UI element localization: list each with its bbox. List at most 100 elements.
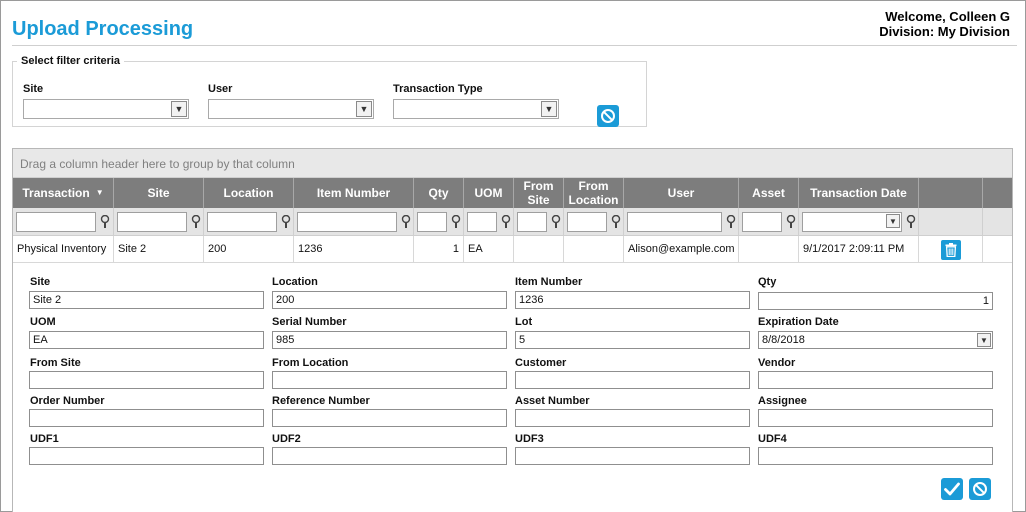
division-text: Division: My Division [879, 24, 1010, 39]
filter-input-uom[interactable] [467, 212, 497, 232]
save-button[interactable] [941, 478, 963, 500]
filter-funnel-icon[interactable] [450, 215, 462, 229]
udf1-field[interactable] [29, 447, 264, 465]
qty-label: Qty [758, 276, 777, 288]
column-header-from-site[interactable]: From Site [514, 178, 564, 208]
order-number-field[interactable] [29, 409, 264, 427]
location-field[interactable]: 200 [272, 291, 507, 309]
column-header-label: From Site [523, 179, 554, 207]
filter-cell-transaction-date: ▼ [799, 208, 919, 236]
cancel-button[interactable] [969, 478, 991, 500]
customer-field[interactable] [515, 371, 750, 389]
filter-cell-from-location [564, 208, 624, 236]
column-header-from-location[interactable]: From Location [564, 178, 624, 208]
column-header-uom[interactable]: UOM [464, 178, 514, 208]
reference-number-field[interactable] [272, 409, 507, 427]
udf2-field[interactable] [272, 447, 507, 465]
column-header-user[interactable]: User [624, 178, 739, 208]
group-by-panel[interactable]: Drag a column header here to group by th… [13, 149, 1012, 178]
from-location-field[interactable] [272, 371, 507, 389]
filter-input-item-number[interactable] [297, 212, 397, 232]
uom-label: UOM [30, 316, 56, 328]
column-header-site[interactable]: Site [114, 178, 204, 208]
trash-icon [945, 243, 957, 257]
item-number-label: Item Number [515, 276, 583, 288]
filter-input-from-site[interactable] [517, 212, 547, 232]
filter-funnel-icon[interactable] [190, 215, 202, 229]
filter-funnel-icon[interactable] [785, 215, 797, 229]
column-header-location[interactable]: Location [204, 178, 294, 208]
column-filter-row: ▼ [13, 208, 1012, 236]
chevron-down-icon[interactable]: ▼ [977, 333, 991, 347]
filter-cell-qty [414, 208, 464, 236]
uom-field[interactable]: EA [29, 331, 264, 349]
expiration-date-value: 8/8/2018 [762, 334, 805, 346]
from-site-field[interactable] [29, 371, 264, 389]
udf3-field[interactable] [515, 447, 750, 465]
udf3-label: UDF3 [515, 433, 544, 445]
cell-asset [739, 236, 799, 263]
column-header-actions [919, 178, 983, 208]
filter-input-qty[interactable] [417, 212, 447, 232]
chevron-down-icon[interactable]: ▼ [886, 214, 900, 228]
filter-funnel-icon[interactable] [99, 215, 111, 229]
filter-legend: Select filter criteria [21, 55, 121, 67]
clear-filter-button[interactable] [597, 105, 619, 127]
column-header-transaction-date[interactable]: Transaction Date [799, 178, 919, 208]
item-number-field[interactable]: 1236 [515, 291, 750, 309]
filter-input-user[interactable] [627, 212, 722, 232]
filter-input-transaction-date[interactable]: ▼ [802, 212, 902, 232]
expiration-date-select[interactable]: 8/8/2018 ▼ [758, 331, 993, 349]
asset-number-field[interactable] [515, 409, 750, 427]
filter-funnel-icon[interactable] [610, 215, 622, 229]
udf4-field[interactable] [758, 447, 993, 465]
column-header-qty[interactable]: Qty [414, 178, 464, 208]
filter-input-site[interactable] [117, 212, 187, 232]
expiration-date-label: Expiration Date [758, 316, 839, 328]
from-site-label: From Site [30, 357, 81, 369]
udf4-label: UDF4 [758, 433, 787, 445]
lot-field[interactable]: 5 [515, 331, 750, 349]
page-title: Upload Processing [12, 18, 194, 40]
chevron-down-icon: ▼ [541, 101, 557, 117]
column-header-transaction[interactable]: Transaction ▼ [13, 178, 114, 208]
filter-cell-user [624, 208, 739, 236]
welcome-text: Welcome, Colleen G [885, 9, 1010, 24]
cell-user: Alison@example.com [624, 236, 739, 263]
column-header-asset[interactable]: Asset [739, 178, 799, 208]
cell-transaction: Physical Inventory [13, 236, 114, 263]
filter-funnel-icon[interactable] [905, 215, 917, 229]
column-header-label: From Location [568, 179, 619, 207]
column-header-label: Site [147, 186, 170, 200]
filter-funnel-icon[interactable] [550, 215, 562, 229]
filter-input-from-location[interactable] [567, 212, 607, 232]
serial-number-field[interactable]: 985 [272, 331, 507, 349]
transaction-type-filter-select[interactable]: ▼ [393, 99, 559, 119]
table-row[interactable]: Physical Inventory Site 2 200 1236 1 EA … [13, 236, 1012, 263]
reference-number-label: Reference Number [272, 395, 370, 407]
filter-funnel-icon[interactable] [500, 215, 512, 229]
location-label: Location [272, 276, 318, 288]
filter-funnel-icon[interactable] [280, 215, 292, 229]
filter-input-transaction[interactable] [16, 212, 96, 232]
column-header-label: Transaction Date [810, 186, 907, 200]
filter-input-asset[interactable] [742, 212, 782, 232]
cell-item-number: 1236 [294, 236, 414, 263]
app-window: Upload Processing Welcome, Colleen G Div… [0, 0, 1026, 512]
filter-funnel-icon[interactable] [725, 215, 737, 229]
filter-funnel-icon[interactable] [400, 215, 412, 229]
site-filter-select[interactable]: ▼ [23, 99, 189, 119]
assignee-field[interactable] [758, 409, 993, 427]
assignee-label: Assignee [758, 395, 807, 407]
delete-row-button[interactable] [941, 240, 961, 260]
filter-cell-from-site [514, 208, 564, 236]
site-field[interactable]: Site 2 [29, 291, 264, 309]
qty-field[interactable]: 1 [758, 292, 993, 310]
filter-input-location[interactable] [207, 212, 277, 232]
filter-cell-actions [919, 208, 983, 236]
user-filter-select[interactable]: ▼ [208, 99, 374, 119]
vendor-field[interactable] [758, 371, 993, 389]
upload-grid: Drag a column header here to group by th… [12, 148, 1013, 512]
column-header-item-number[interactable]: Item Number [294, 178, 414, 208]
filter-cell-site [114, 208, 204, 236]
